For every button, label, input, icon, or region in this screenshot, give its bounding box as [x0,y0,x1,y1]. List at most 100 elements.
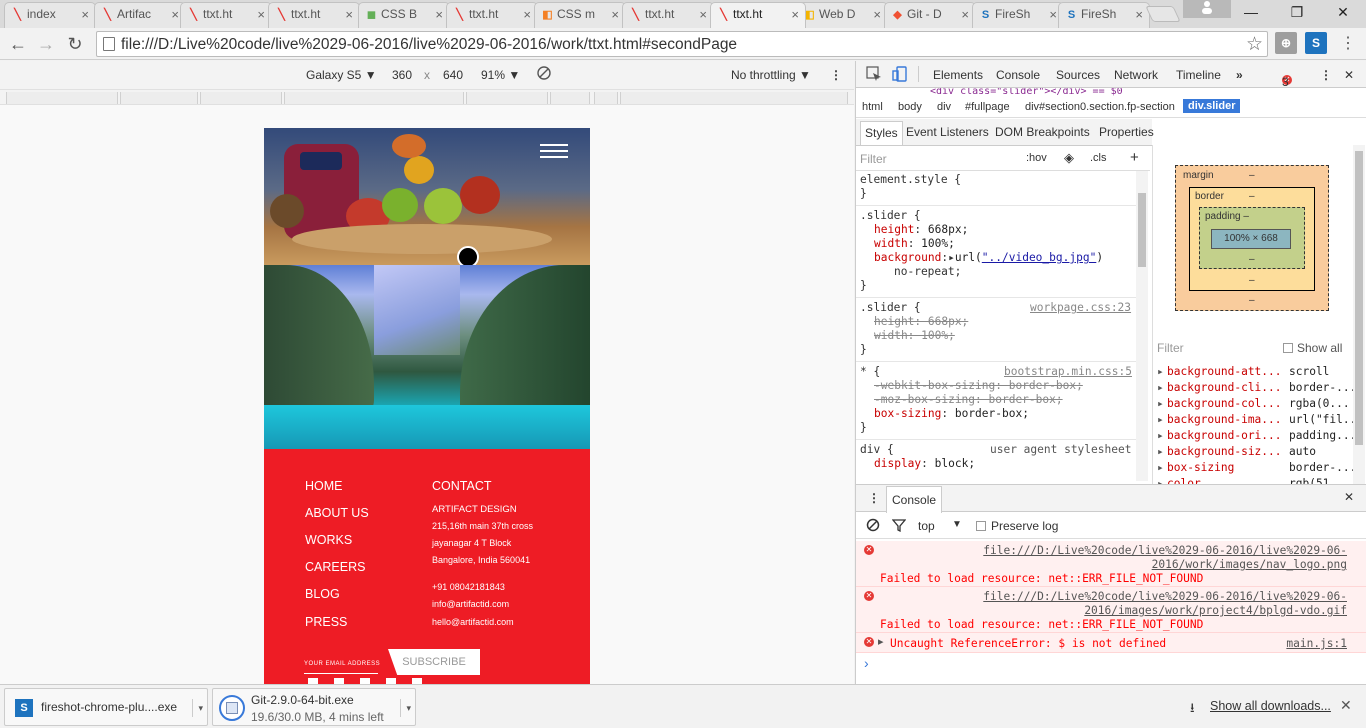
close-tab-icon[interactable]: × [873,7,881,22]
computed-property-row[interactable]: ▸ background-cli... border-... [1157,381,1357,397]
breadcrumb-item[interactable]: #fullpage [965,101,1010,113]
subtab-dom-breakpoints[interactable]: DOM Breakpoints [995,125,1090,139]
close-tab-icon[interactable]: × [523,7,531,22]
universal-rule-selector[interactable]: * { [860,365,880,379]
browser-tab[interactable]: ╲ ttxt.ht × [446,2,538,28]
computed-property-row[interactable]: ▸ background-att... scroll [1157,365,1357,381]
minimize-button[interactable]: — [1228,0,1274,24]
close-tab-icon[interactable]: × [611,7,619,22]
profile-button[interactable] [1183,0,1231,18]
show-all-box[interactable] [1283,343,1293,353]
more-tabs-icon[interactable]: » [1236,68,1243,82]
chrome-menu-icon[interactable]: ⋮ [1336,32,1360,56]
console-error-message[interactable]: ✕ ▸ Uncaught ReferenceError: $ is not de… [856,633,1366,653]
chevron-down-icon[interactable]: ▾ [192,699,203,717]
browser-tab[interactable]: ╲ index × [4,2,96,28]
close-tab-icon[interactable]: × [257,7,265,22]
device-width[interactable]: 360 [392,68,412,82]
show-all-downloads-link[interactable]: Show all downloads... [1210,699,1331,713]
resource-url-link[interactable]: file:///D:/Live%20code/live%2029-06-2016… [983,590,1347,603]
devtools-close-icon[interactable]: ✕ [1344,68,1354,82]
resource-url-link[interactable]: 2016/work/images/nav_logo.png [1152,558,1347,571]
footer-nav-link[interactable]: WORKS [305,533,352,547]
console-prompt[interactable]: › [864,655,869,671]
expand-arrow-icon[interactable]: ▸ [1157,461,1164,474]
address-bar[interactable]: file:///D:/Live%20code/live%2029-06-2016… [96,31,1268,57]
subscribe-button[interactable]: SUBSCRIBE [388,649,480,675]
clear-console-icon[interactable] [866,518,880,535]
styles-filter-input[interactable]: Filter [860,152,887,166]
computed-filter-input[interactable]: Filter [1157,341,1184,355]
close-tab-icon[interactable]: × [1049,7,1057,22]
page-info-icon[interactable] [103,37,115,51]
display-decl[interactable]: display: block; [874,457,975,471]
menu-icon[interactable] [540,144,568,146]
computed-property-row[interactable]: ▸ background-ima... url("fil... [1157,413,1363,429]
close-tab-icon[interactable]: × [171,7,179,22]
chevron-down-icon[interactable]: ▾ [400,699,411,717]
new-tab-button[interactable] [1145,6,1181,22]
device-height[interactable]: 640 [443,68,463,82]
browser-tab[interactable]: ◧ CSS m × [534,2,626,28]
fireshot-extension-icon[interactable]: S [1305,32,1327,54]
overridden-height[interactable]: height: 668px; [874,315,968,329]
device-select[interactable]: Galaxy S5 ▼ [306,68,377,82]
footer-nav-link[interactable]: ABOUT US [305,506,369,520]
reload-button[interactable]: ↻ [63,32,87,56]
computed-scrollbar[interactable] [1353,145,1365,379]
expand-arrow-icon[interactable]: ▸ [878,635,884,648]
preserve-log-box[interactable] [976,521,986,531]
tab-sources[interactable]: Sources [1056,68,1100,82]
box-sizing-decl[interactable]: box-sizing: border-box; [874,407,1029,421]
slider-width-decl[interactable]: width: 100%; [874,237,955,251]
close-tab-icon[interactable]: × [961,7,969,22]
devtools-menu-icon[interactable]: ⋮ [1320,68,1332,82]
resource-url-link[interactable]: 2016/images/work/project4/bplgd-vdo.gif [1084,604,1347,617]
footer-nav-link[interactable]: BLOG [305,587,340,601]
computed-property-row[interactable]: ▸ box-sizing border-... [1157,461,1357,477]
close-tab-icon[interactable]: × [791,7,799,22]
browser-tab[interactable]: ◧ Web D × [796,2,888,28]
close-download-bar-icon[interactable]: ✕ [1340,697,1352,714]
tab-network[interactable]: Network [1114,68,1158,82]
contact-line[interactable]: info@artifactid.com [432,599,509,609]
expand-arrow-icon[interactable]: ▸ [1157,445,1164,458]
footer-nav-link[interactable]: PRESS [305,615,347,629]
tab-elements[interactable]: Elements [933,68,983,82]
slider-rule-selector[interactable]: .slider { [860,209,921,223]
throttling-select[interactable]: No throttling ▼ [731,68,811,82]
breadcrumb-item[interactable]: html [862,101,883,113]
close-tab-icon[interactable]: × [435,7,443,22]
close-tab-icon[interactable]: × [81,7,89,22]
computed-property-row[interactable]: ▸ background-siz... auto [1157,445,1357,461]
expand-arrow-icon[interactable]: ▸ [1157,413,1164,426]
browser-tab[interactable]: ╲ ttxt.ht × [710,2,806,28]
device-mode-icon[interactable] [892,66,908,85]
close-tab-icon[interactable]: × [699,7,707,22]
bg-url-link[interactable]: "../video_bg.jpg" [982,251,1097,264]
breadcrumb-item[interactable]: div [937,101,951,113]
subtab-event-listeners[interactable]: Event Listeners [906,125,989,139]
filter-icon[interactable] [891,518,907,535]
slider-height-decl[interactable]: height: 668px; [874,223,968,237]
breadcrumb-item-selected[interactable]: div.slider [1183,99,1241,113]
inspect-icon[interactable] [866,66,882,85]
close-tab-icon[interactable]: × [1135,7,1143,22]
drawer-menu-icon[interactable]: ⋮ [868,491,880,505]
console-error-message[interactable]: ✕ file:///D:/Live%20code/live%2029-06-201… [856,541,1366,587]
download-item[interactable]: S fireshot-chrome-plu....exe ▾ [4,688,208,726]
browser-tab[interactable]: ╲ ttxt.ht × [268,2,360,28]
element-style-rule[interactable]: element.style { [860,173,961,187]
computed-property-row[interactable]: ▸ background-ori... padding... [1157,429,1357,445]
drawer-close-icon[interactable]: ✕ [1344,490,1354,504]
slider-rule-2-selector[interactable]: .slider { [860,301,921,315]
hov-toggle[interactable]: :hov [1026,152,1047,164]
tab-console[interactable]: Console [996,68,1040,82]
context-select[interactable]: top [918,519,935,533]
slider-background-decl[interactable]: background:▸url("../video_bg.jpg") [874,251,1103,265]
extension-icon[interactable]: ⊕ [1275,32,1297,54]
rotate-icon[interactable] [537,66,551,83]
expand-arrow-icon[interactable]: ▸ [1157,429,1164,442]
device-menu-icon[interactable]: ⋮ [830,68,842,82]
bootstrap-css-link[interactable]: bootstrap.min.css:5 [1004,365,1132,379]
